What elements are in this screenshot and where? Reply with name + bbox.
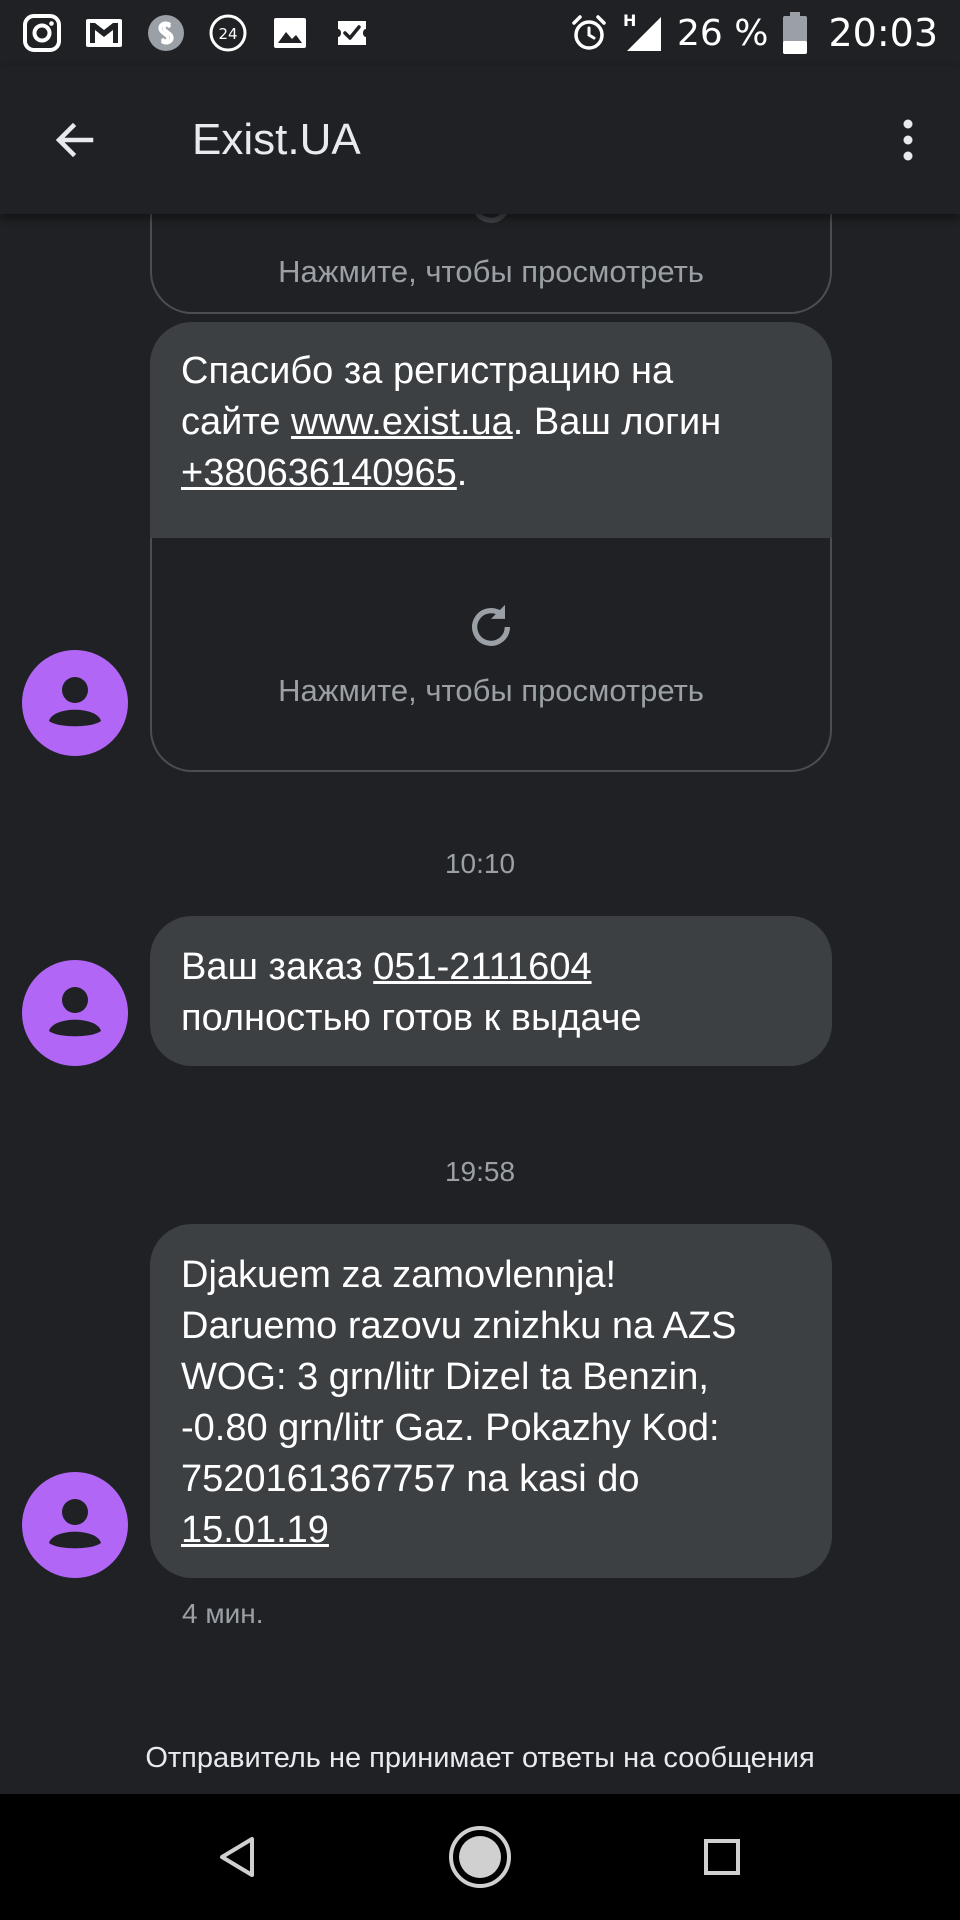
image-icon bbox=[270, 13, 310, 53]
message-text-line: +380636140965. bbox=[181, 448, 801, 499]
clock: 20:03 bbox=[828, 11, 938, 55]
tap-to-view-label: Нажмите, чтобы просмотреть bbox=[278, 254, 704, 289]
24-icon-label: 24 bbox=[218, 25, 237, 43]
refresh-icon bbox=[474, 214, 508, 223]
24-icon: 24 bbox=[208, 13, 248, 53]
message-bubble-discount[interactable]: Djakuem za zamovlennja! Daruemo razovu z… bbox=[150, 1224, 832, 1578]
message-text-line: 7520161367757 na kasi do bbox=[181, 1458, 640, 1500]
message-text-line: полностью готов к выдаче bbox=[181, 997, 642, 1039]
text-segment: сайте bbox=[181, 401, 292, 443]
sender-avatar[interactable] bbox=[22, 1472, 128, 1578]
app-bar: Exist.UA bbox=[0, 66, 960, 214]
message-text-line: Спасибо за регистрацию на bbox=[181, 350, 674, 392]
network-type-label: H bbox=[623, 11, 637, 30]
nav-back-button[interactable] bbox=[202, 1821, 274, 1893]
alarm-icon bbox=[569, 13, 609, 53]
phone-link[interactable]: +380636140965 bbox=[181, 452, 457, 494]
person-icon bbox=[49, 987, 101, 1037]
mms-attachment-top[interactable]: Нажмите, чтобы просмотреть bbox=[150, 214, 832, 314]
more-vert-icon bbox=[903, 119, 913, 161]
message-text-line: -0.80 grn/litr Gaz. Pokazhy Kod: bbox=[181, 1407, 720, 1449]
date-link[interactable]: 15.01.19 bbox=[181, 1509, 329, 1551]
sender-avatar[interactable] bbox=[22, 960, 128, 1066]
ticket-check-icon bbox=[332, 13, 372, 53]
shazam-icon bbox=[146, 13, 186, 53]
mms-attachment[interactable]: Нажмите, чтобы просмотреть bbox=[150, 538, 832, 772]
message-text-line: Ваш заказ 051-2111604 bbox=[181, 942, 801, 993]
battery-icon bbox=[782, 12, 808, 54]
refresh-icon bbox=[472, 604, 510, 646]
message-age: 4 мин. bbox=[182, 1598, 264, 1629]
square-recents-icon bbox=[704, 1839, 740, 1875]
order-number-link[interactable]: 051-2111604 bbox=[373, 946, 591, 988]
text-segment: . bbox=[456, 452, 468, 494]
home-circle-icon bbox=[449, 1826, 511, 1888]
instagram-icon bbox=[22, 13, 62, 53]
message-bubble-order-ready[interactable]: Ваш заказ 051-2111604 полностью готов к … bbox=[150, 916, 832, 1066]
timestamp-divider: 10:10 bbox=[444, 848, 516, 879]
message-text-line: сайте www.exist.ua. Ваш логин bbox=[181, 397, 801, 448]
triangle-back-icon bbox=[220, 1837, 254, 1877]
arrow-back-icon bbox=[55, 122, 94, 158]
person-icon bbox=[49, 677, 101, 727]
nav-recents-button[interactable] bbox=[686, 1821, 758, 1893]
text-segment: . Ваш логин bbox=[512, 401, 722, 443]
message-list[interactable]: Нажмите, чтобы просмотреть Спасибо за ре… bbox=[0, 214, 960, 1794]
navigation-bar bbox=[0, 1794, 960, 1920]
status-bar: 24 H 26 % 20:03 bbox=[0, 0, 960, 66]
system-status: H 26 % 20:03 bbox=[569, 11, 938, 55]
back-button[interactable] bbox=[38, 103, 112, 177]
tap-to-view-label: Нажмите, чтобы просмотреть bbox=[278, 673, 704, 708]
conversation-title: Exist.UA bbox=[192, 115, 361, 164]
message-text-line: WOG: 3 grn/litr Dizel ta Benzin, bbox=[181, 1356, 709, 1398]
message-bubble-registration[interactable]: Спасибо за регистрацию на сайте www.exis… bbox=[150, 322, 832, 538]
battery-percent: 26 % bbox=[677, 12, 769, 54]
no-reply-notice: Отправитель не принимает ответы на сообщ… bbox=[145, 1742, 815, 1774]
sms-conversation-screen: 24 H 26 % 20:03 Exist.UA Нажмите, чтобы … bbox=[0, 0, 960, 1920]
message-text-line: Daruemo razovu znizhku na AZS bbox=[181, 1305, 737, 1347]
gmail-icon bbox=[84, 13, 124, 53]
timestamp-divider: 19:58 bbox=[444, 1156, 516, 1187]
message-text-line: 15.01.19 bbox=[181, 1505, 801, 1556]
more-options-button[interactable] bbox=[878, 103, 938, 177]
notification-icons: 24 bbox=[22, 13, 372, 53]
nav-home-button[interactable] bbox=[444, 1821, 516, 1893]
signal-icon: H bbox=[623, 11, 663, 53]
site-link[interactable]: www.exist.ua bbox=[291, 401, 513, 443]
sender-avatar[interactable] bbox=[22, 650, 128, 756]
person-icon bbox=[49, 1499, 101, 1549]
message-text-line: Djakuem za zamovlennja! bbox=[181, 1254, 617, 1296]
text-segment: Ваш заказ bbox=[181, 946, 374, 988]
